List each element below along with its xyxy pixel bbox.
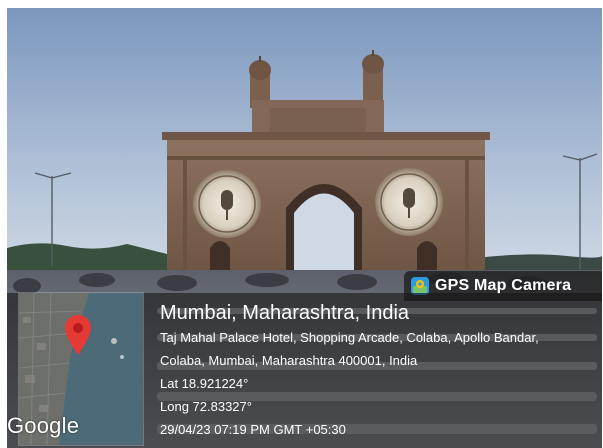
- location-pin-icon: [65, 315, 91, 355]
- city-line: Mumbai, Maharashtra, India: [160, 302, 410, 324]
- latitude: Lat 18.921224°: [160, 376, 249, 391]
- location-text: Mumbai, Maharashtra, India Taj Mahal Pal…: [160, 300, 580, 441]
- longitude: Long 72.83327°: [160, 399, 252, 414]
- google-logo: Google: [7, 413, 80, 438]
- projected-emblem-right: [375, 168, 443, 236]
- address: Taj Mahal Palace Hotel, Shopping Arcade,…: [160, 330, 539, 368]
- projected-emblem-left: [193, 170, 261, 238]
- timestamp: 29/04/23 07:19 PM GMT +05:30: [160, 422, 346, 437]
- photo-frame: GPS Map Camera Google Mumbai, Maharashtr…: [7, 8, 602, 448]
